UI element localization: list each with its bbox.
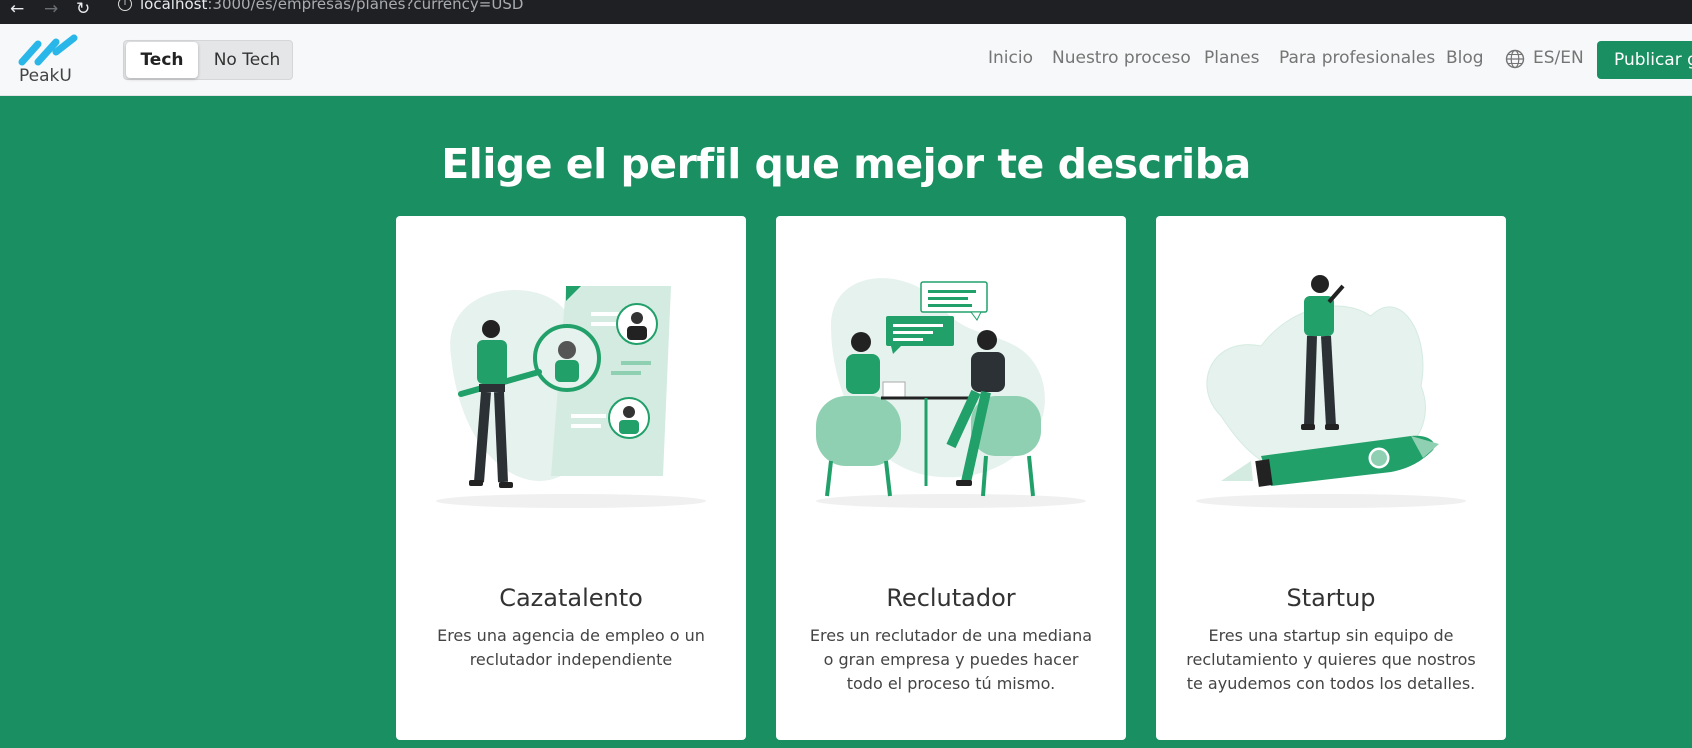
site-navbar: PeakU Tech No Tech Inicio Nuestro proces… bbox=[0, 24, 1692, 96]
nav-blog[interactable]: Blog bbox=[1446, 48, 1484, 68]
hero-title: Elige el perfil que mejor te describa bbox=[0, 140, 1692, 188]
startup-illustration bbox=[1196, 275, 1466, 508]
site-info-icon[interactable]: i bbox=[118, 0, 132, 11]
card-title: Reclutador bbox=[886, 584, 1016, 612]
card-title: Cazatalento bbox=[499, 584, 643, 612]
nav-para-profesionales[interactable]: Para profesionales bbox=[1279, 48, 1435, 68]
browser-toolbar: ← → ↻ i localhost:3000/es/empresas/plane… bbox=[0, 0, 1692, 24]
recruiter-illustration bbox=[816, 278, 1086, 508]
forward-arrow-icon[interactable]: → bbox=[44, 1, 58, 18]
card-title: Startup bbox=[1286, 584, 1376, 612]
headhunter-illustration bbox=[436, 286, 706, 508]
globe-icon[interactable] bbox=[1505, 49, 1525, 69]
language-switch[interactable]: ES/EN bbox=[1533, 48, 1584, 68]
reload-icon[interactable]: ↻ bbox=[76, 1, 90, 18]
card-description: Eres una agencia de empleo o un reclutad… bbox=[437, 626, 705, 669]
card-cazatalento[interactable]: Cazatalento Eres una agencia de empleo o… bbox=[396, 216, 746, 740]
url-host: localhost bbox=[140, 0, 208, 13]
hero-title-text: Elige el perfil que mejor te describa bbox=[441, 140, 1251, 188]
card-reclutador[interactable]: Reclutador Eres un reclutador de una med… bbox=[776, 216, 1126, 740]
card-description: Eres un reclutador de una mediana o gran… bbox=[809, 626, 1093, 693]
toggle-no-tech[interactable]: No Tech bbox=[204, 41, 290, 79]
back-arrow-icon[interactable]: ← bbox=[10, 1, 24, 18]
address-bar[interactable]: localhost:3000/es/empresas/planes?curren… bbox=[140, 0, 523, 13]
nav-inicio[interactable]: Inicio bbox=[988, 48, 1033, 68]
card-startup[interactable]: Startup Eres una startup sin equipo de r… bbox=[1156, 216, 1506, 740]
url-path: :3000/es/empresas/planes?currency=USD bbox=[207, 0, 524, 13]
tech-toggle: Tech No Tech bbox=[123, 40, 293, 80]
publish-button[interactable]: Publicar gratis bbox=[1597, 41, 1692, 79]
toggle-tech[interactable]: Tech bbox=[126, 42, 198, 78]
nav-planes[interactable]: Planes bbox=[1204, 48, 1259, 68]
logo-mark-icon bbox=[18, 34, 78, 66]
logo-text: PeakU bbox=[19, 66, 72, 86]
card-description: Eres una startup sin equipo de reclutami… bbox=[1186, 626, 1476, 693]
nav-nuestro-proceso[interactable]: Nuestro proceso bbox=[1052, 48, 1191, 68]
